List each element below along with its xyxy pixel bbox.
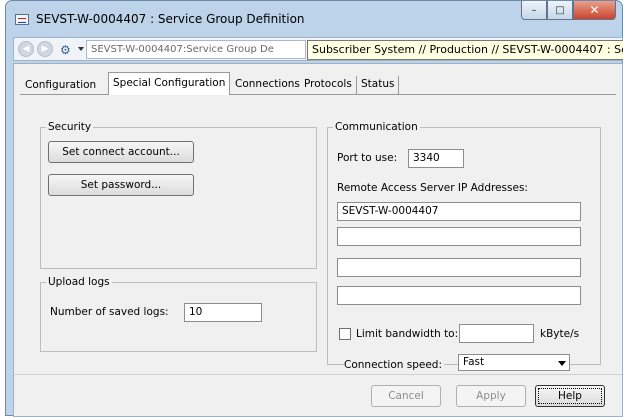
close-button[interactable]: ✕ <box>573 1 616 20</box>
toolbar: ◀ ▶ ⚙ SEVST-W-0004407:Service Group De S… <box>13 37 623 61</box>
set-password-button[interactable]: Set password... <box>48 174 194 196</box>
maximize-button[interactable]: □ <box>547 1 573 20</box>
port-label: Port to use: <box>337 152 398 164</box>
saved-logs-input[interactable]: 10 <box>184 303 262 322</box>
security-legend: Security <box>46 121 94 134</box>
chevron-down-icon[interactable] <box>78 47 84 51</box>
port-input[interactable]: 3340 <box>408 149 464 168</box>
saved-logs-label: Number of saved logs: <box>50 306 169 318</box>
security-group: Security Set connect account... Set pass… <box>40 121 317 269</box>
service-tree-icon[interactable]: ⚙ <box>60 42 76 58</box>
chevron-down-icon <box>558 361 566 366</box>
communication-group: Communication Port to use: 3340 Remote A… <box>327 121 601 365</box>
connection-speed-value: Fast <box>463 356 485 368</box>
connection-speed-label: Connection speed: <box>344 358 445 372</box>
upload-logs-legend: Upload logs <box>46 276 112 289</box>
app-icon <box>15 14 29 25</box>
button-bar-divider <box>14 374 622 375</box>
help-button[interactable]: Help <box>535 385 605 407</box>
apply-button[interactable]: Apply <box>456 385 526 407</box>
communication-legend: Communication <box>333 121 420 134</box>
tab-configuration[interactable]: Configuration <box>20 76 102 94</box>
back-arrow-icon[interactable]: ◀ <box>18 41 34 57</box>
ras-address-3[interactable] <box>337 258 581 277</box>
ras-address-1[interactable]: SEVST-W-0004407 <box>337 202 581 221</box>
dialog-client-area: Configuration Special Configuration Conn… <box>13 63 623 417</box>
path-tooltip: Subscriber System // Production // SEVST… <box>307 40 623 60</box>
window-title: SEVST-W-0004407 : Service Group Definiti… <box>36 12 305 26</box>
service-group-window: SEVST-W-0004407 : Service Group Definiti… <box>5 0 623 417</box>
bandwidth-input[interactable] <box>459 324 534 343</box>
caption-buttons: – □ ✕ <box>521 1 616 21</box>
upload-logs-group: Upload logs Number of saved logs: 10 <box>40 276 317 352</box>
bandwidth-unit-label: kByte/s <box>540 328 580 340</box>
set-connect-account-button[interactable]: Set connect account... <box>48 141 194 163</box>
ras-address-4[interactable] <box>337 286 581 305</box>
tab-protocols[interactable]: Protocols <box>300 76 357 94</box>
ras-addresses-label: Remote Access Server IP Addresses: <box>337 182 528 194</box>
minimize-button[interactable]: – <box>521 1 547 20</box>
cancel-button[interactable]: Cancel <box>371 385 441 407</box>
forward-arrow-icon[interactable]: ▶ <box>37 41 53 57</box>
connection-speed-select[interactable]: Fast <box>458 354 570 371</box>
tab-status[interactable]: Status <box>357 76 400 94</box>
address-field[interactable]: SEVST-W-0004407:Service Group De <box>86 40 306 59</box>
ras-address-2[interactable] <box>337 227 581 246</box>
limit-bandwidth-label: Limit bandwidth to: <box>356 328 459 340</box>
tab-connections[interactable]: Connections <box>231 76 305 94</box>
title-bar[interactable]: SEVST-W-0004407 : Service Group Definiti… <box>6 1 622 35</box>
tab-special-configuration[interactable]: Special Configuration <box>108 72 231 95</box>
limit-bandwidth-checkbox[interactable] <box>339 328 351 340</box>
